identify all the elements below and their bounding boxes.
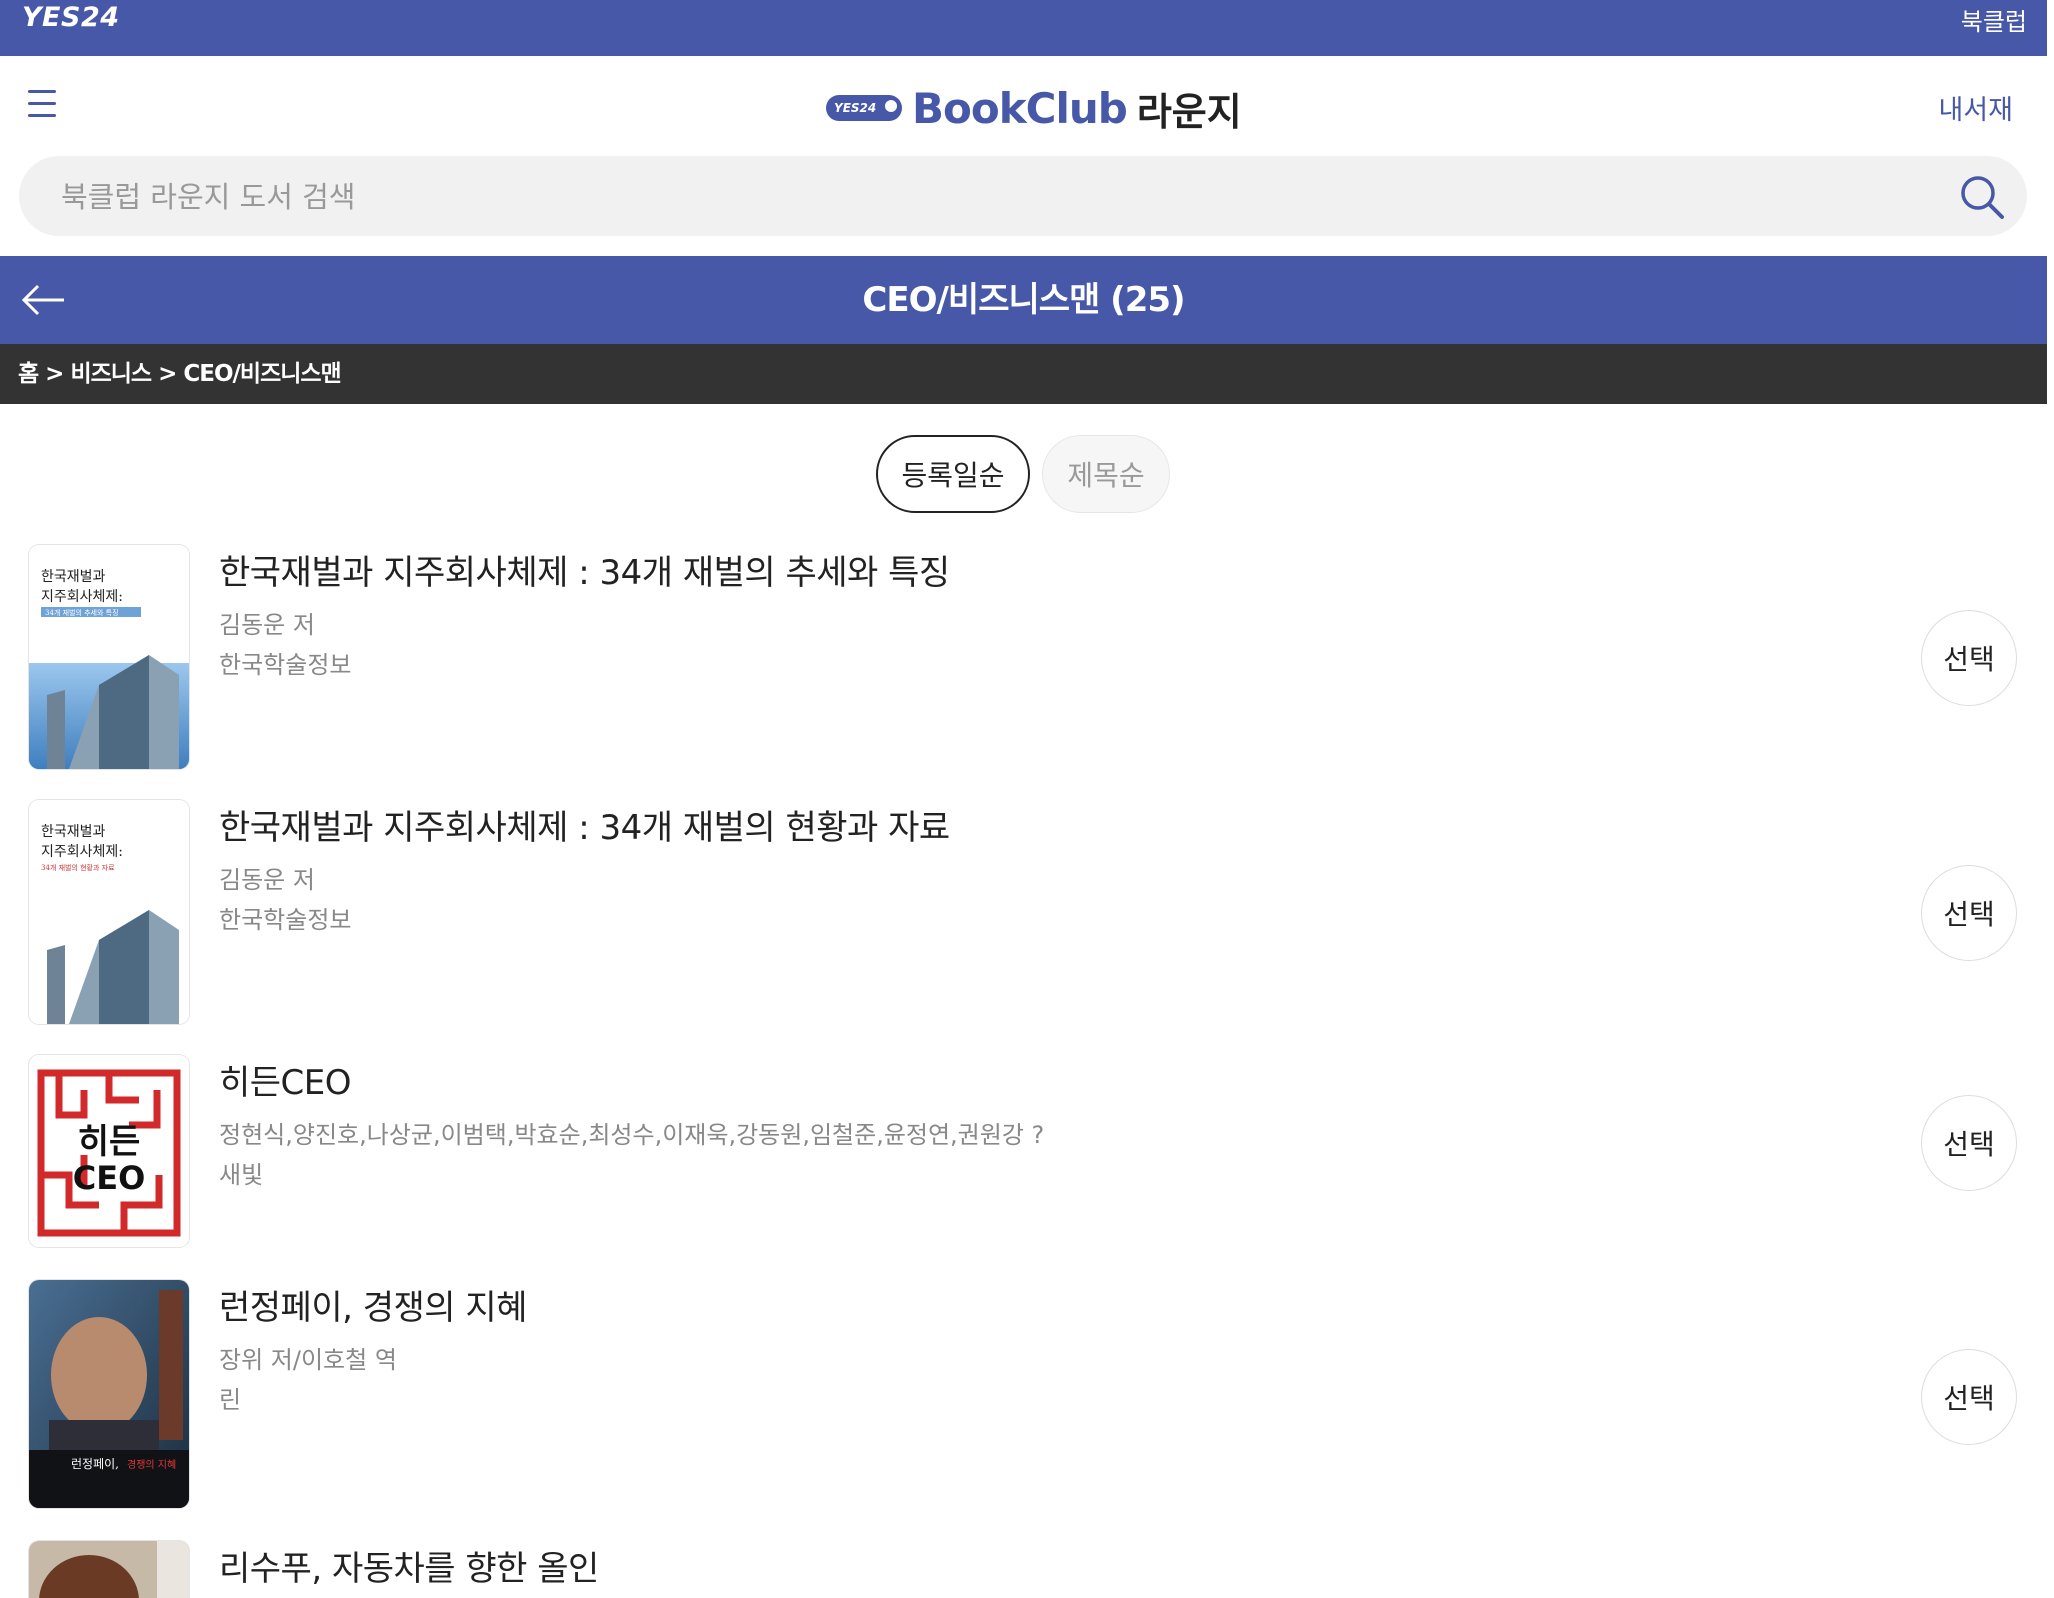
sort-by-title-button[interactable]: 제목순: [1042, 435, 1170, 513]
my-library-link[interactable]: 내서재: [1938, 88, 2013, 127]
sort-options: 등록일순 제목순: [876, 435, 1170, 513]
bookclub-link[interactable]: 북클럽: [1961, 2, 2027, 37]
svg-text:34개 재벌의 추세와 특징: 34개 재벌의 추세와 특징: [45, 608, 119, 617]
select-button[interactable]: 선택: [1921, 865, 2017, 961]
book-publisher: 린: [219, 1386, 242, 1414]
book-cover[interactable]: 히든 CEO: [29, 1055, 189, 1247]
book-publisher: 새빛: [219, 1161, 264, 1189]
book-author: 정현식,양진호,나상균,이범택,박효순,최성수,이재욱,강동원,임철준,윤정연,…: [219, 1121, 1045, 1149]
select-button[interactable]: 선택: [1921, 1349, 2017, 1445]
search-icon[interactable]: [1959, 174, 2005, 220]
book-cover[interactable]: 한국재벌과 지주회사체제: 34개 재벌의 추세와 특징: [29, 545, 189, 769]
sort-by-date-button[interactable]: 등록일순: [876, 435, 1030, 513]
search-input[interactable]: [59, 156, 1863, 238]
logo-badge: YES24: [826, 95, 902, 121]
book-author: 장위 저/이호철 역: [219, 1346, 397, 1374]
book-title[interactable]: 리수푸, 자동차를 향한 올인: [219, 1541, 599, 1590]
logo-text: BookClub: [912, 83, 1128, 133]
svg-text:지주회사체제:: 지주회사체제:: [41, 589, 123, 605]
breadcrumb: 홈 > 비즈니스 > CEO/비즈니스맨: [0, 344, 2047, 404]
svg-text:CEO: CEO: [73, 1159, 146, 1197]
breadcrumb-text[interactable]: 홈 > 비즈니스 > CEO/비즈니스맨: [18, 344, 342, 404]
select-button[interactable]: 선택: [1921, 1095, 2017, 1191]
header: YES24 BookClub 라운지 내서재: [0, 56, 2047, 156]
book-author: 김동운 저: [219, 866, 315, 894]
book-cover[interactable]: 런정페이, 경쟁의 지혜: [29, 1280, 189, 1508]
svg-text:한국재벌과: 한국재벌과: [41, 824, 106, 840]
book-cover[interactable]: 한국재벌과 지주회사체제: 34개 재벌의 현황과 자료: [29, 800, 189, 1024]
menu-icon[interactable]: [28, 90, 58, 118]
book-title[interactable]: 한국재벌과 지주회사체제 : 34개 재벌의 추세와 특징: [219, 545, 950, 594]
logo-suffix: 라운지: [1136, 89, 1242, 134]
svg-text:런정페이,: 런정페이,: [71, 1457, 119, 1471]
top-bar: YES24 북클럽: [0, 0, 2047, 56]
svg-text:34개 재벌의 현황과 자료: 34개 재벌의 현황과 자료: [41, 863, 115, 872]
book-title[interactable]: 히든CEO: [219, 1055, 352, 1104]
bookclub-logo[interactable]: YES24 BookClub 라운지: [826, 83, 1242, 134]
svg-text:히든: 히든: [78, 1122, 141, 1162]
select-button[interactable]: 선택: [1921, 610, 2017, 706]
yes24-brand[interactable]: YES24: [22, 2, 120, 33]
book-title[interactable]: 한국재벌과 지주회사체제 : 34개 재벌의 현황과 자료: [219, 800, 950, 849]
book-publisher: 한국학술정보: [219, 651, 352, 679]
category-title: CEO/비즈니스맨 (25): [862, 280, 1185, 320]
svg-text:한국재벌과: 한국재벌과: [41, 569, 106, 585]
book-author: 김동운 저: [219, 611, 315, 639]
book-publisher: 한국학술정보: [219, 906, 352, 934]
svg-text:경쟁의 지혜: 경쟁의 지혜: [127, 1458, 176, 1471]
category-header: CEO/비즈니스맨 (25): [0, 256, 2047, 344]
book-title[interactable]: 런정페이, 경쟁의 지혜: [219, 1280, 527, 1329]
svg-text:지주회사체제:: 지주회사체제:: [41, 844, 123, 860]
search-bar: [19, 156, 2027, 238]
book-cover[interactable]: [29, 1541, 189, 1598]
